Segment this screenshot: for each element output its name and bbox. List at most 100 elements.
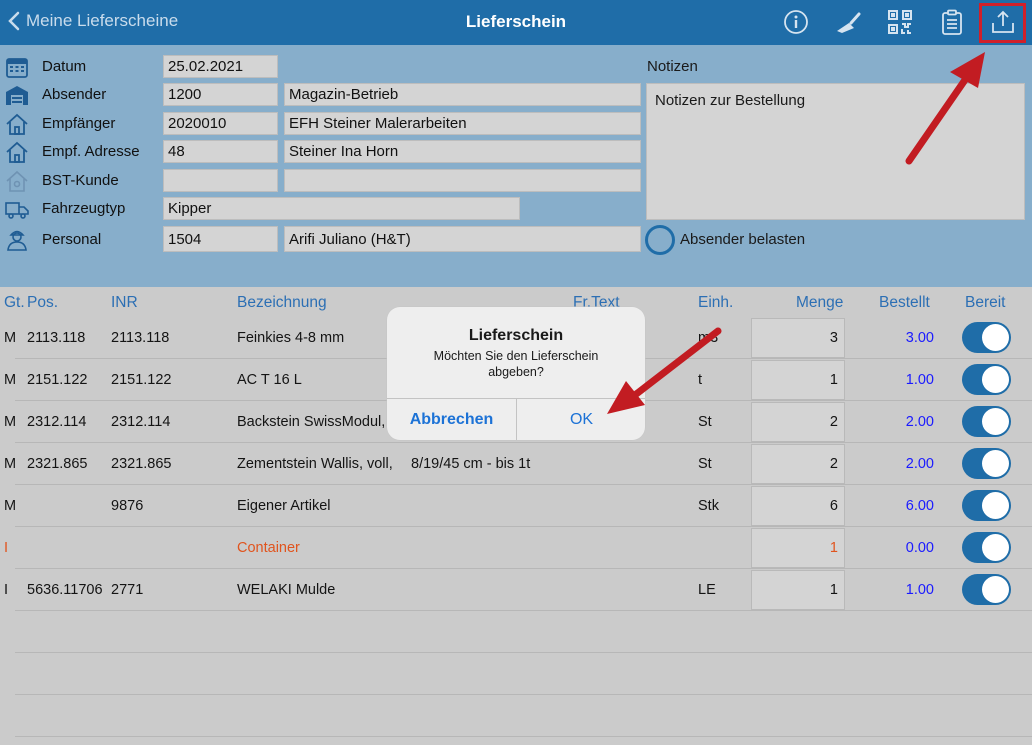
notes-textarea[interactable]: Notizen zur Bestellung [646,83,1025,220]
dialog-message: Möchten Sie den Lieferschein abgeben? [433,349,599,379]
cancel-button[interactable]: Abbrechen [387,399,516,440]
bestellt-cell: 1.00 [905,582,934,598]
dialog-title: Lieferschein [468,327,564,344]
chevron-left-icon [8,11,20,31]
ok-button[interactable]: OK [517,399,645,440]
inr-cell: 9876 [111,498,144,514]
column-header-gt[interactable]: Gt. [4,294,25,312]
personal-label: Personal [42,231,102,248]
truck-icon [5,202,29,219]
absender-name-field[interactable]: Magazin-Betrieb [284,83,641,106]
inr-cell: 2113.118 [111,330,170,346]
bst-code-field[interactable] [163,169,278,192]
einheit-cell: St [698,414,712,430]
confirm-dialog: Lieferschein Möchten Sie den Lieferschei… [387,307,645,440]
person-icon [7,230,27,251]
back-button-label: Meine Lieferscheine [26,11,179,30]
datum-label: Datum [42,58,87,75]
row-divider [15,736,1032,737]
pos-cell: 2151.122 [27,372,88,388]
notes-label: Notizen [647,58,698,75]
pos-cell: 5636.11706 [27,582,103,598]
empfaenger-code-field[interactable]: 2020010 [163,112,278,135]
bereit-toggle[interactable] [962,490,1011,521]
column-header-einheit[interactable]: Einh. [698,294,733,312]
bereit-toggle[interactable] [962,364,1011,395]
gt-cell: M [4,372,17,388]
calendar-icon [6,58,28,78]
empfaenger-name-field[interactable]: EFH Steiner Malerarbeiten [284,112,641,135]
menge-input[interactable]: 3 [751,318,845,358]
bestellt-cell: 2.00 [905,414,934,430]
column-header-menge[interactable]: Menge [796,294,843,312]
bestellt-cell: 1.00 [905,372,934,388]
absender-code-field[interactable]: 1200 [163,83,278,106]
highlight-box [979,3,1026,43]
bereit-toggle[interactable] [962,448,1011,479]
datum-field[interactable]: 25.02.2021 [163,55,278,78]
gt-cell: M [4,498,17,514]
gt-cell: I [4,540,9,556]
row-divider [15,442,1032,443]
column-header-inr[interactable]: INR [111,294,138,312]
bezeichnung-cell: Zementstein Wallis, voll, [237,456,393,472]
row-divider [15,526,1032,527]
bezeichnung-cell: WELAKI Mulde [237,582,336,598]
pos-cell: 2312.114 [27,414,87,430]
einheit-cell: St [698,456,712,472]
absender-belasten-radio[interactable] [645,225,675,255]
bst-name-field[interactable] [284,169,641,192]
gt-cell: I [4,582,9,598]
empfaenger-label: Empfänger [42,115,116,132]
bereit-toggle[interactable] [962,532,1011,563]
bezeichnung-cell: Eigener Artikel [237,498,331,514]
info-icon[interactable] [779,6,813,38]
row-divider [15,652,1032,653]
gt-cell: M [4,414,17,430]
pos-cell: 2113.118 [27,330,86,346]
einheit-cell: Stk [698,498,719,514]
bereit-toggle[interactable] [962,574,1011,605]
inr-cell: 2771 [111,582,144,598]
house-icon [6,113,28,135]
bereit-toggle[interactable] [962,406,1011,437]
pos-cell: 2321.865 [27,456,88,472]
bestellt-cell: 6.00 [905,498,934,514]
frtext-cell: 8/19/45 cm - bis 1t [411,456,531,472]
menge-input[interactable]: 1 [751,360,845,400]
row-divider [15,610,1032,611]
menge-input[interactable]: 2 [751,444,845,484]
bereit-toggle[interactable] [962,322,1011,353]
absender-belasten-label: Absender belasten [680,231,806,248]
clipboard-icon[interactable] [935,6,969,38]
bst-kunde-label: BST-Kunde [42,172,119,189]
personal-code-field[interactable]: 1504 [163,226,278,252]
menge-input[interactable]: 1 [751,528,845,568]
einheit-cell: m3 [698,330,719,346]
row-divider [15,694,1032,695]
adresse-code-field[interactable]: 48 [163,140,278,163]
menge-input[interactable]: 6 [751,486,845,526]
trowel-icon[interactable] [831,6,865,38]
fahrzeugtyp-label: Fahrzeugtyp [42,200,126,217]
column-header-bestellt[interactable]: Bestellt [879,294,930,312]
warehouse-icon [6,86,28,105]
bezeichnung-cell: Backstein SwissModul, [237,414,386,430]
einheit-cell: LE [698,582,716,598]
gt-cell: M [4,456,17,472]
inr-cell: 2321.865 [111,456,172,472]
adresse-name-field[interactable]: Steiner Ina Horn [284,140,641,163]
menge-input[interactable]: 2 [751,402,845,442]
bestellt-cell: 0.00 [905,540,934,556]
fahrzeugtyp-field[interactable]: Kipper [163,197,520,220]
back-button[interactable]: Meine Lieferscheine [8,11,178,31]
column-header-bezeichnung[interactable]: Bezeichnung [237,294,327,312]
bestellt-cell: 3.00 [905,330,934,346]
column-header-pos[interactable]: Pos. [27,294,58,312]
personal-name-field[interactable]: Arifi Juliano (H&T) [284,226,641,252]
customer-house-icon [6,170,28,192]
qr-code-icon[interactable] [883,6,917,38]
menge-input[interactable]: 1 [751,570,845,610]
empf-adresse-label: Empf. Adresse [42,143,140,160]
column-header-bereit[interactable]: Bereit [965,294,1006,312]
